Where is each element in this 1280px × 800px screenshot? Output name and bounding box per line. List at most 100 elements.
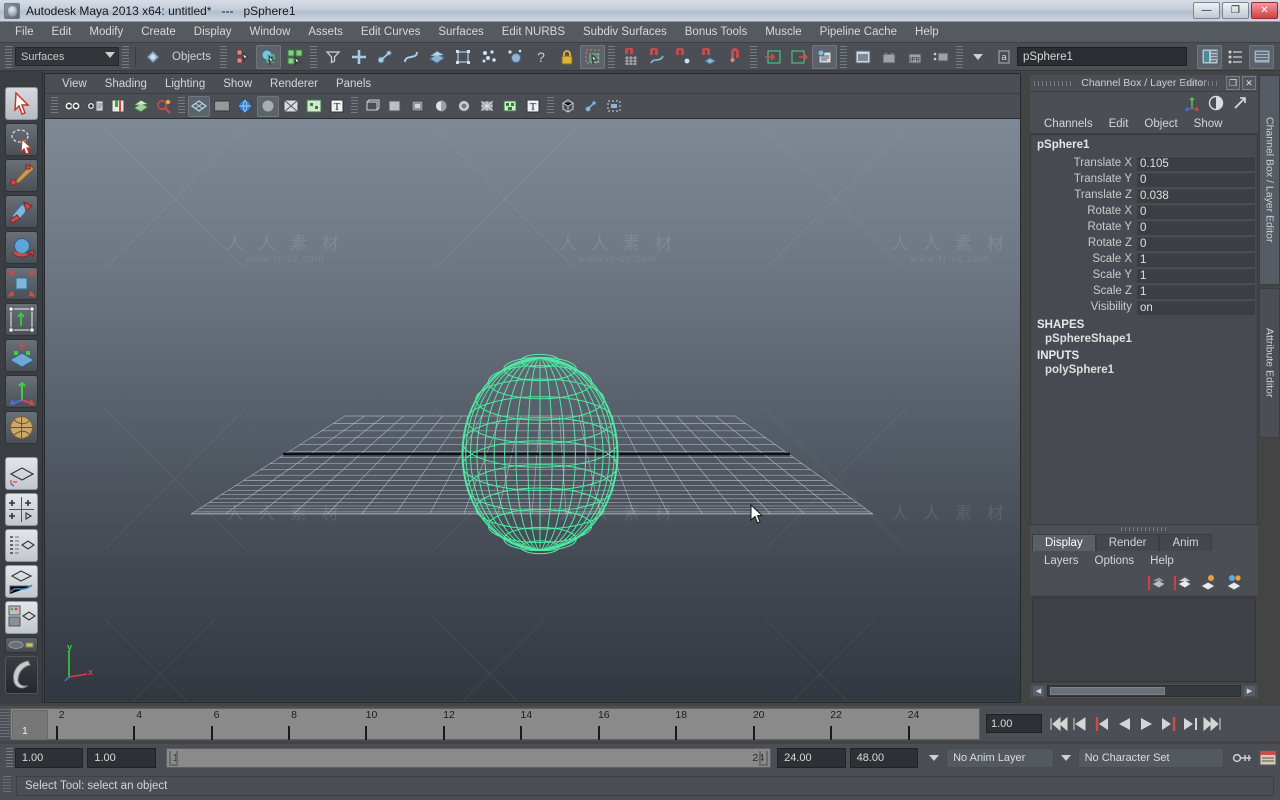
soft-modification-tool[interactable] (4, 339, 38, 372)
step-forward-frame-button[interactable] (1180, 713, 1201, 735)
range-slider-bar[interactable]: 1 24 (165, 748, 772, 768)
misc-mask-icon[interactable]: ? (528, 45, 553, 69)
menu-window[interactable]: Window (240, 24, 299, 40)
single-perspective-view-layout[interactable] (4, 457, 38, 490)
layer-list[interactable] (1032, 597, 1256, 682)
channel-row[interactable]: Scale Y 1 (1033, 267, 1255, 283)
rotate-tool[interactable] (4, 231, 38, 264)
channel-value-field[interactable]: on (1137, 299, 1255, 315)
flat-shade-icon[interactable] (430, 96, 452, 117)
range-end-time-field[interactable]: 24.00 (777, 748, 846, 768)
attribute-editor-toggle-icon[interactable] (1197, 44, 1222, 69)
viewport-toolbar-grip-3[interactable] (351, 97, 358, 115)
layer-tab-render[interactable]: Render (1095, 534, 1160, 551)
channel-value-field[interactable]: 0 (1137, 235, 1255, 251)
ipr-render-icon[interactable]: IPR (902, 45, 927, 69)
go-to-start-button[interactable] (1048, 713, 1069, 735)
menu-create[interactable]: Create (132, 24, 185, 40)
channel-value-field[interactable]: 0.038 (1137, 187, 1255, 203)
menu-edit-curves[interactable]: Edit Curves (352, 24, 429, 40)
menu-file[interactable]: File (6, 24, 43, 40)
anim-layer-field[interactable]: No Anim Layer (946, 748, 1054, 768)
bookmarks-icon[interactable] (107, 96, 129, 117)
handles-mask-icon[interactable] (346, 45, 371, 69)
channel-value-field[interactable]: 1 (1137, 251, 1255, 267)
lasso-select-tool[interactable] (4, 123, 38, 156)
arrow-icon[interactable] (1232, 95, 1248, 111)
two-d-pan-zoom-icon[interactable] (153, 96, 175, 117)
four-view-layout[interactable] (4, 493, 38, 526)
hardware-texturing-icon[interactable] (499, 96, 521, 117)
layer-tab-anim[interactable]: Anim (1159, 534, 1212, 551)
snap-to-curve-icon[interactable] (644, 45, 669, 69)
channel-row[interactable]: Rotate X 0 (1033, 203, 1255, 219)
grid-toggle-icon[interactable] (188, 95, 210, 117)
selection-mask-funnel-icon[interactable] (320, 45, 345, 69)
select-by-object-type-icon[interactable] (256, 44, 281, 69)
layer-menu-help[interactable]: Help (1142, 554, 1182, 568)
viewport-menu-lighting[interactable]: Lighting (156, 77, 214, 91)
help-line-grip[interactable] (3, 776, 11, 794)
channelbox-menu-show[interactable]: Show (1186, 117, 1231, 131)
texture-toggle-icon[interactable]: T (326, 96, 348, 117)
half-circle-icon[interactable] (1208, 95, 1224, 111)
channel-row[interactable]: Translate X 0.105 (1033, 155, 1255, 171)
channelbox-menu-object[interactable]: Object (1136, 117, 1185, 131)
smooth-shade-all-icon[interactable] (384, 96, 406, 117)
channel-section-item[interactable]: pSphereShape1 (1033, 332, 1255, 346)
show-manipulator-tool[interactable] (4, 375, 38, 408)
current-time-indicator[interactable]: 1 (12, 709, 48, 740)
select-camera-icon[interactable] (61, 96, 83, 117)
chevron-down-icon-2[interactable] (973, 53, 983, 60)
character-set-chevron-down-icon[interactable] (1060, 755, 1071, 761)
menu-assets[interactable]: Assets (299, 24, 352, 40)
dynamics-mask-icon[interactable] (476, 45, 501, 69)
render-settings-icon[interactable] (928, 45, 953, 69)
statusline-grip-2[interactable] (122, 45, 129, 68)
side-tab-channel-box[interactable]: Channel Box / Layer Editor (1259, 75, 1280, 285)
panel-grip-right[interactable] (1180, 81, 1220, 86)
panel-grip-left[interactable] (1034, 81, 1074, 86)
menu-muscle[interactable]: Muscle (756, 24, 810, 40)
resolution-gate-icon[interactable] (234, 96, 256, 117)
viewport-menu-show[interactable]: Show (214, 77, 261, 91)
channel-value-field[interactable]: 0 (1137, 203, 1255, 219)
xray-joints-icon[interactable] (580, 96, 602, 117)
output-connections-icon[interactable] (786, 45, 811, 69)
viewport-toolbar-grip-1[interactable] (51, 97, 58, 115)
menu-help[interactable]: Help (906, 24, 948, 40)
menuset-selector[interactable]: Surfaces (15, 47, 119, 66)
surfaces-mask-icon[interactable] (424, 45, 449, 69)
channel-value-field[interactable]: 0 (1137, 171, 1255, 187)
manipulator-icon[interactable] (1184, 95, 1200, 111)
highlight-selection-icon[interactable] (580, 44, 605, 69)
range-left-handle[interactable] (168, 751, 178, 766)
menu-surfaces[interactable]: Surfaces (429, 24, 492, 40)
viewport-canvas[interactable]: 人 人 素 材www.rr-sc.com人 人 素 材www.rr-sc.com… (45, 119, 1020, 701)
viewport-menu-panels[interactable]: Panels (327, 77, 380, 91)
channel-value-field[interactable]: 0.105 (1137, 155, 1255, 171)
menu-modify[interactable]: Modify (80, 24, 132, 40)
layer-menu-options[interactable]: Options (1087, 554, 1143, 568)
menu-pipeline-cache[interactable]: Pipeline Cache (811, 24, 906, 40)
snap-to-view-plane-icon[interactable] (722, 45, 747, 69)
scale-tool[interactable] (4, 267, 38, 300)
play-backwards-button[interactable] (1114, 713, 1135, 735)
channel-value-field[interactable]: 1 (1137, 283, 1255, 299)
time-slider[interactable]: 1 2 4 6 8 10 12 14 16 18 20 22 24 (10, 707, 980, 740)
animation-end-time-field[interactable]: 48.00 (849, 748, 919, 768)
channel-row[interactable]: Rotate Y 0 (1033, 219, 1255, 235)
outliner-persp-layout[interactable] (4, 529, 38, 562)
play-forwards-button[interactable] (1136, 713, 1157, 735)
last-tool-used[interactable] (4, 411, 38, 444)
channel-row[interactable]: Rotate Z 0 (1033, 235, 1255, 251)
scroll-left-button[interactable]: ◀ (1032, 685, 1045, 697)
xray-toggle-icon[interactable] (303, 96, 325, 117)
menu-edit-nurbs[interactable]: Edit NURBS (493, 24, 574, 40)
construction-history-icon[interactable] (812, 44, 837, 69)
wireframe-shading-icon[interactable] (361, 96, 383, 117)
time-slider-grip[interactable] (0, 708, 10, 739)
gate-mask-icon[interactable] (257, 95, 279, 117)
hypershade-persp-layout[interactable] (4, 601, 38, 634)
menu-display[interactable]: Display (185, 24, 241, 40)
